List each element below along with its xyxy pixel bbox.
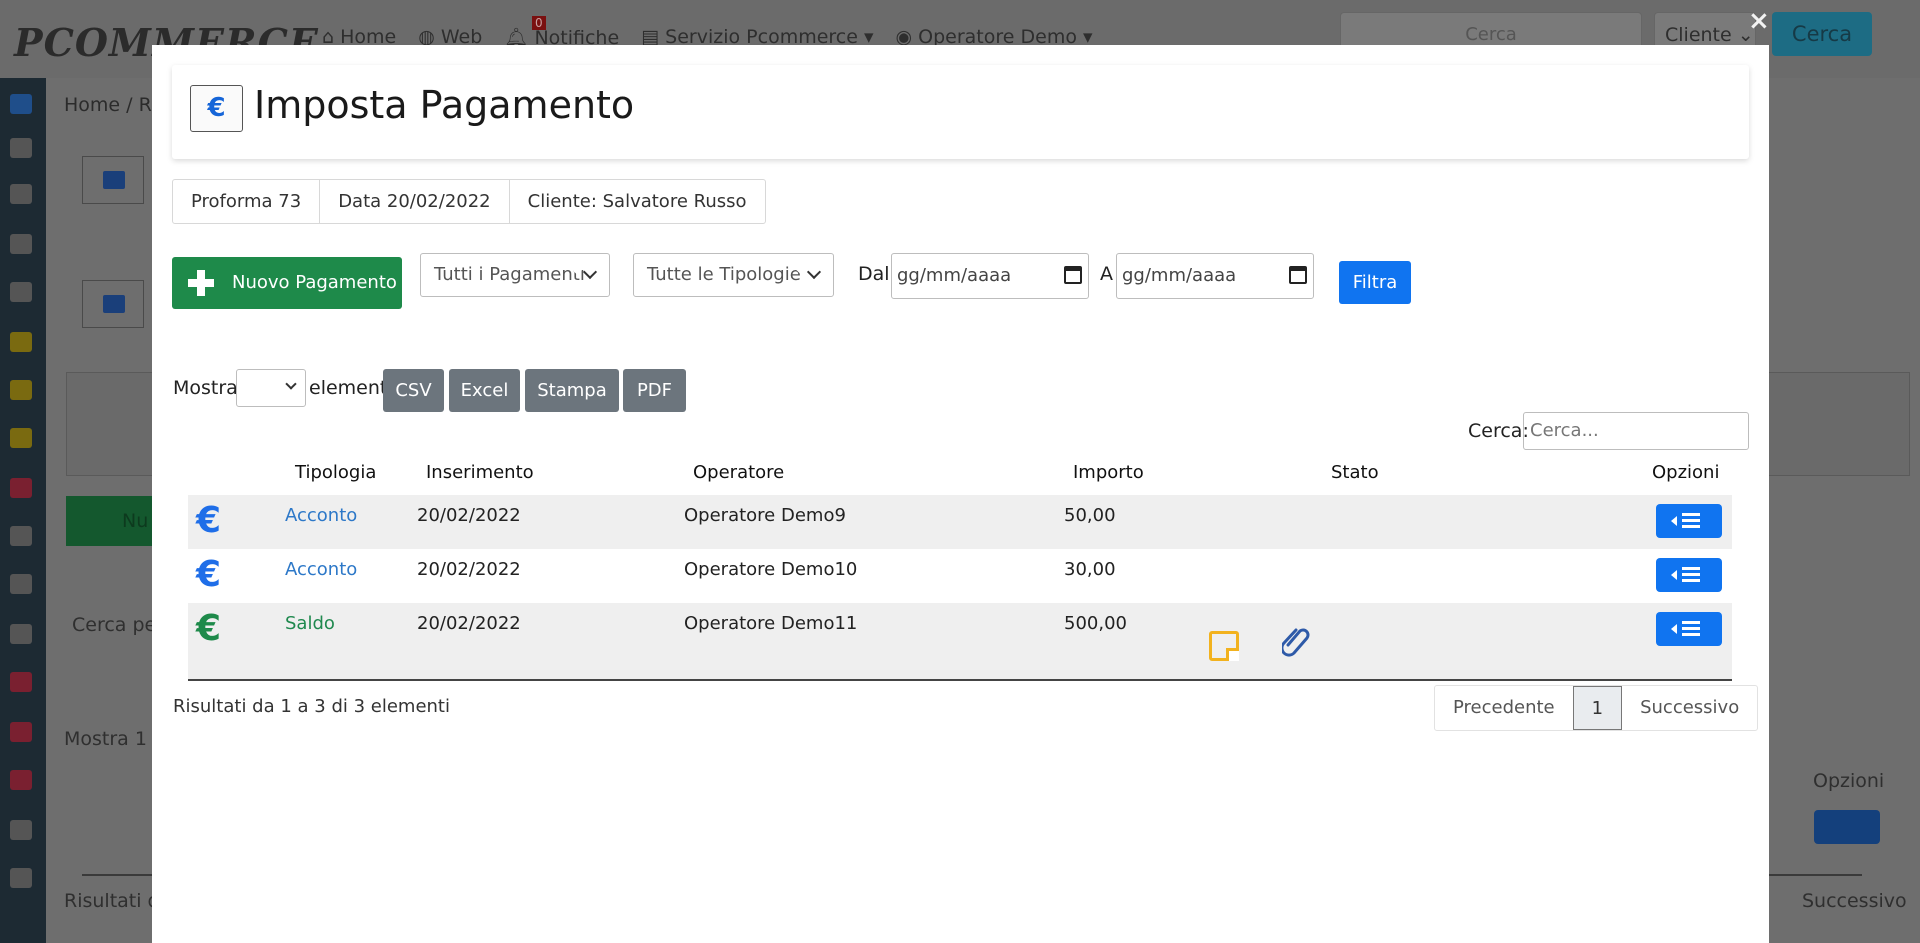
background-next[interactable]: Successivo <box>1802 890 1907 912</box>
globe-icon[interactable] <box>10 624 32 644</box>
date-to-input[interactable]: gg/mm/aaaa <box>1116 253 1314 299</box>
pencil-icon[interactable] <box>10 820 32 840</box>
results-info: Risultati da 1 a 3 di 3 elementi <box>173 696 450 717</box>
table-search-input[interactable]: Cerca... <box>1523 412 1749 450</box>
column-header-stato[interactable]: Stato <box>1331 462 1379 483</box>
new-payment-button[interactable]: Nuovo Pagamento <box>172 257 402 309</box>
date-from-label: Dal <box>858 263 890 285</box>
euro-icon: € <box>196 500 222 541</box>
wrench-icon[interactable] <box>10 282 32 302</box>
payment-amount: 50,00 <box>1064 505 1116 526</box>
wrench-icon[interactable] <box>10 184 32 204</box>
background-search[interactable]: Cerca per <box>72 614 164 636</box>
column-header-operatore[interactable]: Operatore <box>693 462 784 483</box>
show-label: Mostra <box>173 377 238 399</box>
table-row: € Acconto 20/02/2022 Operatore Demo10 30… <box>188 549 1732 603</box>
archive-icon[interactable] <box>10 574 32 594</box>
row-options-button[interactable] <box>1656 504 1722 538</box>
note-icon[interactable] <box>1209 631 1239 661</box>
payment-date: 20/02/2022 <box>417 559 521 580</box>
paperclip-icon[interactable] <box>1282 625 1312 659</box>
filter-button[interactable]: Filtra <box>1339 261 1411 304</box>
customer-info: Cliente: Salvatore Russo <box>527 191 747 212</box>
euro-icon: € <box>196 608 222 649</box>
background-new-button[interactable]: Nu <box>66 496 166 546</box>
box-icon[interactable] <box>10 722 32 742</box>
date-to-label: A <box>1100 263 1113 285</box>
archive-icon[interactable] <box>82 156 144 204</box>
calendar-icon[interactable] <box>1064 266 1082 284</box>
pagination-previous[interactable]: Precedente <box>1435 686 1573 730</box>
payment-date: 20/02/2022 <box>417 505 521 526</box>
close-icon[interactable]: × <box>1748 6 1770 36</box>
payments-filter-select[interactable]: Tutti i Pagamenti <box>420 253 610 297</box>
date-info: Data 20/02/2022 <box>320 180 510 223</box>
calendar-icon[interactable] <box>10 672 32 692</box>
payment-operator: Operatore Demo9 <box>684 505 846 526</box>
print-button[interactable]: Stampa <box>525 369 619 412</box>
chevron-down-icon <box>806 264 822 280</box>
pagination-next[interactable]: Successivo <box>1622 686 1757 730</box>
table-row: € Acconto 20/02/2022 Operatore Demo9 50,… <box>188 495 1732 549</box>
document-icon[interactable] <box>10 332 32 352</box>
archive-icon[interactable] <box>82 280 144 328</box>
pagination-page-1[interactable]: 1 <box>1572 686 1623 730</box>
payment-type-link[interactable]: Acconto <box>285 559 357 580</box>
csv-button[interactable]: CSV <box>383 369 444 412</box>
menu-icon[interactable] <box>10 94 32 114</box>
excel-button[interactable]: Excel <box>449 369 520 412</box>
document-info: Proforma 73 Data 20/02/2022 Cliente: Sal… <box>172 179 766 224</box>
user-icon[interactable] <box>10 234 32 254</box>
modal-title: Imposta Pagamento <box>254 83 635 127</box>
background-options-header: Opzioni <box>1813 770 1885 792</box>
row-options-button[interactable] <box>1656 612 1722 646</box>
payment-type-link[interactable]: Saldo <box>285 613 335 634</box>
elements-label: elementi <box>309 377 393 399</box>
column-header-opzioni[interactable]: Opzioni <box>1652 462 1719 483</box>
top-search-button[interactable]: Cerca <box>1772 12 1872 56</box>
payment-modal: € Imposta Pagamento Proforma 73 Data 20/… <box>152 45 1769 943</box>
calendar-icon[interactable] <box>1289 266 1307 284</box>
modal-header: € Imposta Pagamento <box>172 65 1749 159</box>
payment-operator: Operatore Demo10 <box>684 559 858 580</box>
payment-operator: Operatore Demo11 <box>684 613 858 634</box>
pdf-button[interactable]: PDF <box>623 369 686 412</box>
chevron-down-icon <box>582 264 598 280</box>
column-header-importo[interactable]: Importo <box>1073 462 1144 483</box>
background-show-label: Mostra 1 <box>64 728 147 750</box>
column-header-inserimento[interactable]: Inserimento <box>426 462 534 483</box>
mail-icon[interactable] <box>10 770 32 790</box>
types-filter-select[interactable]: Tutte le Tipologie <box>633 253 834 297</box>
pagination: Precedente 1 Successivo <box>1434 685 1759 731</box>
user-icon[interactable] <box>10 138 32 158</box>
proforma-info: Proforma 73 <box>173 180 321 223</box>
date-from-input[interactable]: gg/mm/aaaa <box>891 253 1089 299</box>
table-bottom-border <box>188 679 1732 681</box>
row-options-button[interactable] <box>1656 558 1722 592</box>
payment-amount: 30,00 <box>1064 559 1116 580</box>
bag-icon[interactable] <box>10 868 32 888</box>
page-length-select[interactable] <box>236 369 306 407</box>
truck-icon[interactable] <box>10 380 32 400</box>
background-options-button[interactable] <box>1814 810 1880 844</box>
payment-type-link[interactable]: Acconto <box>285 505 357 526</box>
chevron-down-icon <box>285 378 297 390</box>
euro-icon: € <box>190 85 243 132</box>
table-search-label: Cerca: <box>1468 420 1529 442</box>
bag-icon[interactable] <box>10 428 32 448</box>
payment-date: 20/02/2022 <box>417 613 521 634</box>
breadcrumb: Home / R <box>64 94 152 116</box>
invoice-icon[interactable] <box>10 478 32 498</box>
search-icon[interactable] <box>10 526 32 546</box>
column-header-tipologia[interactable]: Tipologia <box>295 462 376 483</box>
plus-icon <box>186 270 216 296</box>
notification-badge: 0 <box>532 16 546 30</box>
table-row: € Saldo 20/02/2022 Operatore Demo11 500,… <box>188 603 1732 679</box>
euro-icon: € <box>196 554 222 595</box>
payment-amount: 500,00 <box>1064 613 1127 634</box>
sidebar <box>0 78 46 943</box>
